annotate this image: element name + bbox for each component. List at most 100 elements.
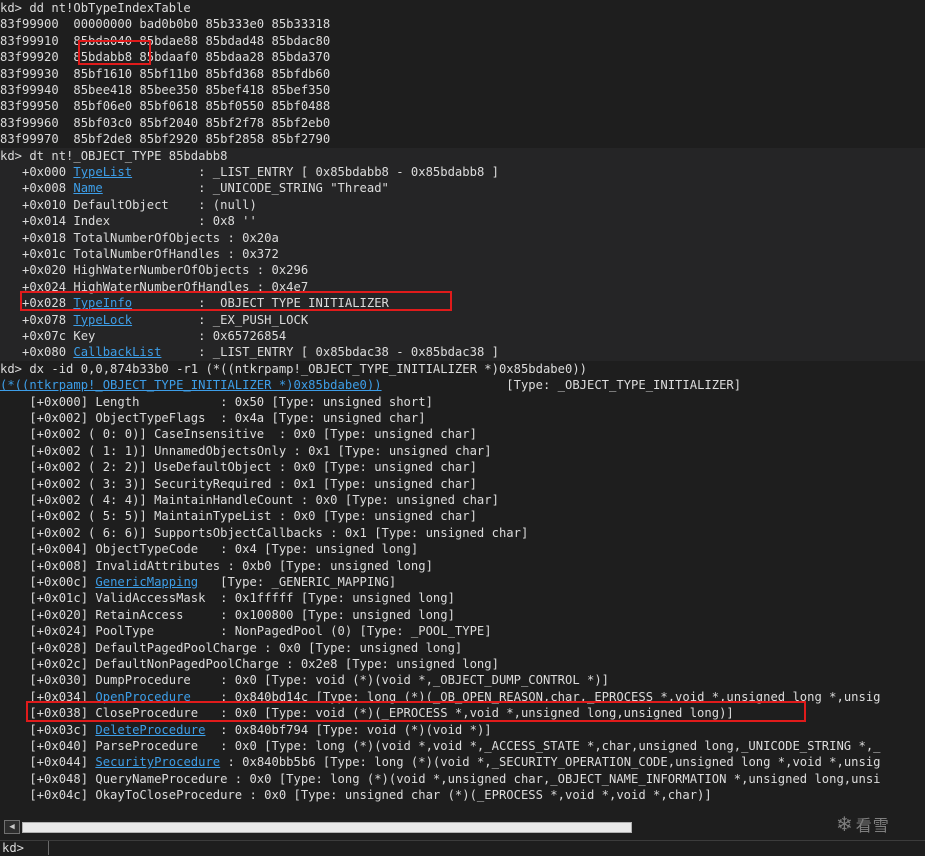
output-line: [+0x002] ObjectTypeFlags : 0x4a [Type: u… bbox=[0, 410, 425, 426]
output-text: [+0x03c] bbox=[0, 722, 96, 737]
output-line: [+0x044] SecurityProcedure : 0x840bb5b6 … bbox=[0, 754, 881, 770]
output-line: [+0x04c] OkayToCloseProcedure : 0x0 [Typ… bbox=[0, 787, 712, 803]
scroll-left-button[interactable]: ◀ bbox=[4, 820, 20, 834]
output-line: [+0x034] OpenProcedure : 0x840bd14c [Typ… bbox=[0, 689, 881, 705]
output-text: [Type: _GENERIC_MAPPING] bbox=[198, 574, 397, 589]
output-text: : 0x840bd14c [Type: long (*)(_OB_OPEN_RE… bbox=[190, 689, 881, 704]
output-text: [+0x002 ( 0: 0)] CaseInsensitive : 0x0 [… bbox=[0, 427, 477, 442]
dml-link[interactable]: GenericMapping bbox=[95, 575, 198, 589]
output-text: [+0x04c] OkayToCloseProcedure : 0x0 [Typ… bbox=[0, 788, 712, 803]
output-line: 83f99960 85bf03c0 85bf2040 85bf2f78 85bf… bbox=[0, 115, 331, 130]
output-text: : 0x840bf794 [Type: void (*)(void *)] bbox=[205, 722, 492, 737]
output-line: [+0x024] PoolType : NonPagedPool (0) [Ty… bbox=[0, 623, 492, 639]
output-line: [+0x038] CloseProcedure : 0x0 [Type: voi… bbox=[0, 705, 734, 721]
output-text: [+0x048] QueryNameProcedure : 0x0 [Type:… bbox=[0, 771, 881, 786]
dml-link[interactable]: TypeList bbox=[73, 165, 132, 179]
output-text: +0x010 DefaultObject : (null) bbox=[0, 197, 257, 212]
output-text: : _UNICODE_STRING "Thread" bbox=[102, 181, 389, 196]
output-line: [+0x03c] DeleteProcedure : 0x840bf794 [T… bbox=[0, 722, 492, 738]
output-line: +0x024 HighWaterNumberOfHandles : 0x4e7 bbox=[0, 279, 308, 295]
output-line: 83f99920 85bdabb8 85bdaaf0 85bdaa28 85bd… bbox=[0, 50, 331, 65]
output-text: kd> dx -id 0,0,874b33b0 -r1 (*((ntkrpamp… bbox=[0, 361, 587, 376]
type-initializer-dump: kd> dx -id 0,0,874b33b0 -r1 (*((ntkrpamp… bbox=[0, 361, 925, 804]
output-text: +0x018 TotalNumberOfObjects : 0x20a bbox=[0, 230, 279, 245]
output-line: [+0x002 ( 6: 6)] SupportsObjectCallbacks… bbox=[0, 525, 528, 541]
dml-link[interactable]: CallbackList bbox=[73, 345, 161, 359]
output-line: [+0x040] ParseProcedure : 0x0 [Type: lon… bbox=[0, 738, 881, 754]
output-text: [+0x024] PoolType : NonPagedPool (0) [Ty… bbox=[0, 624, 492, 639]
output-text: [+0x044] bbox=[0, 755, 96, 770]
dml-link[interactable]: SecurityProcedure bbox=[95, 755, 220, 769]
output-text: : 0x840bb5b6 [Type: long (*)(void *,_SEC… bbox=[220, 755, 881, 770]
output-text: [+0x002 ( 2: 2)] UseDefaultObject : 0x0 … bbox=[0, 460, 477, 475]
output-line: [+0x00c] GenericMapping [Type: _GENERIC_… bbox=[0, 574, 396, 590]
output-text: [+0x028] DefaultPagedPoolCharge : 0x0 [T… bbox=[0, 640, 463, 655]
command-prompt-label: kd> bbox=[2, 841, 25, 855]
output-line: kd> dt nt!_OBJECT_TYPE 85bdabb8 bbox=[0, 148, 227, 164]
output-line: 83f99910 85bda040 85bdae88 85bdad48 85bd… bbox=[0, 33, 331, 48]
output-text: : _LIST_ENTRY [ 0x85bdabb8 - 0x85bdabb8 … bbox=[132, 164, 499, 179]
output-line: [+0x028] DefaultPagedPoolCharge : 0x0 [T… bbox=[0, 640, 462, 656]
output-line: [+0x030] DumpProcedure : 0x0 [Type: void… bbox=[0, 672, 609, 688]
output-text: [+0x030] DumpProcedure : 0x0 [Type: void… bbox=[0, 673, 610, 688]
output-line: [+0x000] Length : 0x50 [Type: unsigned s… bbox=[0, 394, 433, 410]
output-text: +0x028 bbox=[0, 296, 74, 311]
output-text: +0x07c Key : 0x65726854 bbox=[0, 328, 287, 343]
scrollbar-thumb[interactable] bbox=[22, 822, 632, 833]
output-line: +0x07c Key : 0x65726854 bbox=[0, 328, 286, 344]
output-text: [+0x000] Length : 0x50 [Type: unsigned s… bbox=[0, 394, 433, 409]
watermark-text: 看雪 bbox=[855, 816, 890, 835]
output-text: [+0x002 ( 4: 4)] MaintainHandleCount : 0… bbox=[0, 492, 499, 507]
output-text: [+0x00c] bbox=[0, 574, 96, 589]
output-text: [+0x02c] DefaultNonPagedPoolCharge : 0x2… bbox=[0, 656, 499, 671]
output-line: [+0x01c] ValidAccessMask : 0x1fffff [Typ… bbox=[0, 590, 455, 606]
output-line: 83f99950 85bf06e0 85bf0618 85bf0550 85bf… bbox=[0, 99, 331, 114]
output-line: +0x000 TypeList : _LIST_ENTRY [ 0x85bdab… bbox=[0, 164, 499, 180]
output-line: +0x078 TypeLock : _EX_PUSH_LOCK bbox=[0, 312, 308, 328]
output-text: [+0x038] CloseProcedure : 0x0 [Type: voi… bbox=[0, 706, 734, 721]
output-text: kd> dt nt!_OBJECT_TYPE 85bdabb8 bbox=[0, 148, 228, 163]
output-text: [+0x008] InvalidAttributes : 0xb0 [Type:… bbox=[0, 558, 433, 573]
output-line: [+0x004] ObjectTypeCode : 0x4 [Type: uns… bbox=[0, 541, 418, 557]
output-text: : _OBJECT_TYPE_INITIALIZER bbox=[132, 296, 389, 311]
output-text: +0x01c TotalNumberOfHandles : 0x372 bbox=[0, 246, 279, 261]
output-line: kd> dx -id 0,0,874b33b0 -r1 (*((ntkrpamp… bbox=[0, 361, 587, 377]
output-line: 83f99900 00000000 bad0b0b0 85b333e0 85b3… bbox=[0, 17, 331, 32]
dml-link[interactable]: Name bbox=[73, 181, 102, 195]
output-text: [+0x020] RetainAccess : 0x100800 [Type: … bbox=[0, 607, 455, 622]
object-type-dump: kd> dt nt!_OBJECT_TYPE 85bdabb8 +0x000 T… bbox=[0, 147, 925, 361]
output-line: (*((ntkrpamp!_OBJECT_TYPE_INITIALIZER *)… bbox=[0, 377, 741, 393]
output-text: +0x080 bbox=[0, 345, 74, 360]
output-text: [+0x040] ParseProcedure : 0x0 [Type: lon… bbox=[0, 738, 881, 753]
output-text: +0x024 HighWaterNumberOfHandles : 0x4e7 bbox=[0, 279, 309, 294]
output-line: 83f99970 85bf2de8 85bf2920 85bf2858 85bf… bbox=[0, 132, 331, 147]
output-text: [+0x004] ObjectTypeCode : 0x4 [Type: uns… bbox=[0, 542, 419, 557]
output-text: : _EX_PUSH_LOCK bbox=[132, 312, 309, 327]
dml-link[interactable]: DeleteProcedure bbox=[95, 723, 205, 737]
output-line: [+0x020] RetainAccess : 0x100800 [Type: … bbox=[0, 607, 455, 623]
snowflake-icon: ❄ bbox=[836, 812, 854, 836]
output-line: [+0x002 ( 3: 3)] SecurityRequired : 0x1 … bbox=[0, 476, 477, 492]
output-line: [+0x002 ( 0: 0)] CaseInsensitive : 0x0 [… bbox=[0, 426, 477, 442]
chevron-left-icon: ◀ bbox=[9, 822, 15, 832]
output-text: +0x000 bbox=[0, 164, 74, 179]
output-text: [+0x01c] ValidAccessMask : 0x1fffff [Typ… bbox=[0, 591, 455, 606]
output-line: +0x020 HighWaterNumberOfObjects : 0x296 bbox=[0, 262, 308, 278]
output-line: +0x014 Index : 0x8 '' bbox=[0, 213, 257, 229]
output-line: +0x008 Name : _UNICODE_STRING "Thread" bbox=[0, 180, 389, 196]
ob-type-index-table-dump: kd> dd nt!ObTypeIndexTable 83f99900 00000… bbox=[0, 0, 925, 148]
output-text: : _LIST_ENTRY [ 0x85bdac38 - 0x85bdac38 … bbox=[161, 345, 499, 360]
output-text: [+0x002 ( 6: 6)] SupportsObjectCallbacks… bbox=[0, 525, 529, 540]
output-line: 83f99930 85bf1610 85bf11b0 85bfd368 85bf… bbox=[0, 66, 331, 81]
output-line: kd> dd nt!ObTypeIndexTable bbox=[0, 1, 191, 15]
output-text: +0x014 Index : 0x8 '' bbox=[0, 214, 257, 229]
dml-link[interactable]: TypeLock bbox=[73, 313, 132, 327]
dml-link[interactable]: TypeInfo bbox=[73, 296, 132, 310]
output-line: [+0x002 ( 4: 4)] MaintainHandleCount : 0… bbox=[0, 492, 499, 508]
dml-link[interactable]: OpenProcedure bbox=[95, 690, 190, 704]
output-line: +0x01c TotalNumberOfHandles : 0x372 bbox=[0, 246, 279, 262]
command-input[interactable] bbox=[48, 841, 925, 855]
output-text: [+0x002 ( 3: 3)] SecurityRequired : 0x1 … bbox=[0, 476, 477, 491]
output-line: [+0x008] InvalidAttributes : 0xb0 [Type:… bbox=[0, 558, 433, 574]
dml-link[interactable]: (*((ntkrpamp!_OBJECT_TYPE_INITIALIZER *)… bbox=[0, 378, 382, 392]
